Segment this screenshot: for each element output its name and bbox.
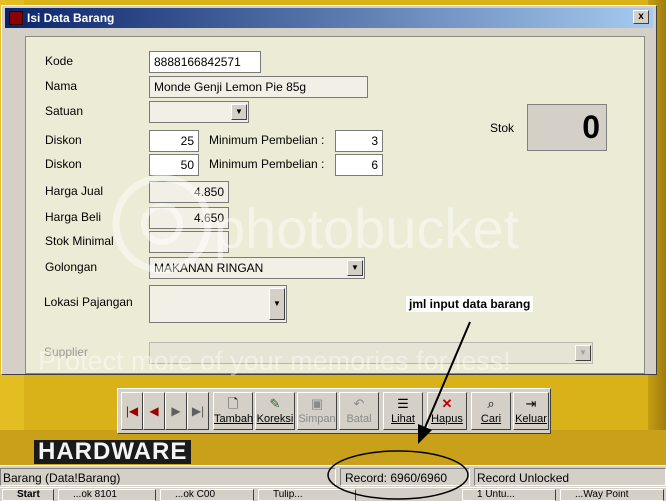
golongan-dropdown-arrow-icon[interactable]: ▼	[347, 260, 363, 276]
diskon1-label: Diskon	[45, 133, 82, 147]
isi-data-barang-window: Isi Data Barang x Kode 8888166842571 Nam…	[1, 5, 657, 375]
nama-field[interactable]: Monde Genji Lemon Pie 85g	[149, 76, 368, 98]
golongan-label: Golongan	[45, 260, 98, 274]
form-panel: Kode 8888166842571 Nama Monde Genji Lemo…	[25, 36, 645, 374]
taskbar-item[interactable]: 1 Untu...	[462, 489, 556, 501]
taskbar-item[interactable]: ...ok 8101	[58, 489, 156, 501]
simpan-button[interactable]: ▣ Simpan	[297, 392, 337, 430]
diskon2-label: Diskon	[45, 157, 82, 171]
simpan-label: Simpan	[298, 413, 336, 425]
annotation-label: jml input data barang	[406, 296, 534, 312]
harga-beli-field[interactable]: 4.650	[149, 207, 229, 229]
nama-label: Nama	[45, 79, 78, 93]
edit-icon: ✎	[269, 396, 281, 411]
window-title: Isi Data Barang	[27, 11, 115, 25]
status-bar: Barang (Data!Barang) Record: 6960/6960 R…	[0, 465, 666, 488]
supplier-dropdown-arrow-icon: ▼	[575, 345, 591, 361]
hapus-button[interactable]: ✕ Hapus	[427, 392, 467, 430]
close-button[interactable]: x	[633, 10, 649, 24]
taskbar-item[interactable]: Tulip...	[258, 489, 356, 501]
lokasi-pajangan-dropdown[interactable]	[149, 285, 287, 323]
tambah-label: Tambah	[214, 413, 254, 425]
hapus-label: Hapus	[431, 413, 463, 425]
satuan-dropdown-arrow-icon[interactable]: ▼	[231, 104, 247, 120]
min-pembelian2-field[interactable]: 6	[335, 154, 383, 176]
taskbar-item[interactable]: ...ok C00	[160, 489, 254, 501]
status-record-count: Record: 6960/6960	[340, 468, 470, 486]
taskbar: Start ...ok 8101 ...ok C00 Tulip... 1 Un…	[0, 487, 666, 501]
hardware-sign: HARDWARE	[34, 440, 192, 464]
diskon2-field[interactable]: 50	[149, 154, 199, 176]
lihat-label: Lihat	[391, 413, 415, 425]
kode-label: Kode	[45, 54, 74, 68]
start-button[interactable]: Start	[2, 489, 54, 501]
status-table-name: Barang (Data!Barang)	[0, 468, 336, 486]
exit-icon: ⇥	[525, 396, 537, 411]
batal-button[interactable]: ↶ Batal	[339, 392, 379, 430]
golongan-dropdown[interactable]: MAKANAN RINGAN	[149, 257, 365, 279]
delete-icon: ✕	[441, 396, 453, 411]
satuan-label: Satuan	[45, 104, 84, 118]
cari-button[interactable]: ⌕ Cari	[471, 392, 511, 430]
keluar-button[interactable]: ⇥ Keluar	[513, 392, 549, 430]
app-icon	[9, 11, 23, 25]
taskbar-item[interactable]: ...Way Point	[560, 489, 664, 501]
batal-label: Batal	[346, 413, 372, 425]
stok-label: Stok	[490, 121, 515, 135]
supplier-label: Supplier	[44, 345, 89, 359]
supplier-dropdown	[149, 342, 593, 364]
lokasi-dropdown-arrow-icon[interactable]: ▼	[269, 288, 285, 320]
last-record-icon[interactable]: ▶|	[187, 392, 209, 430]
koreksi-button[interactable]: ✎ Koreksi	[255, 392, 295, 430]
first-record-icon[interactable]: |◀	[121, 392, 143, 430]
lihat-button[interactable]: ☰ Lihat	[383, 392, 423, 430]
stok-minimal-field[interactable]	[149, 231, 229, 253]
koreksi-label: Koreksi	[256, 413, 294, 425]
save-icon: ▣	[310, 396, 324, 411]
harga-jual-field[interactable]: 4.850	[149, 181, 229, 203]
stok-value-display: 0	[527, 104, 607, 151]
min-pembelian1-label: Minimum Pembelian :	[209, 133, 325, 147]
min-pembelian2-label: Minimum Pembelian :	[209, 157, 325, 171]
cari-label: Cari	[480, 413, 502, 425]
status-lock-state: Record Unlocked	[474, 468, 666, 486]
tambah-button[interactable]: 🗋 Tambah	[213, 392, 253, 430]
search-icon: ⌕	[487, 396, 495, 411]
record-toolbar: |◀ ◀ ▶ ▶| 🗋 Tambah ✎ Koreksi ▣ Simpan ↶ …	[117, 388, 551, 434]
undo-icon: ↶	[353, 396, 365, 411]
next-record-icon[interactable]: ▶	[165, 392, 187, 430]
diskon1-field[interactable]: 25	[149, 130, 199, 152]
prev-record-icon[interactable]: ◀	[143, 392, 165, 430]
keluar-label: Keluar	[515, 413, 547, 425]
stok-minimal-label: Stok Minimal	[45, 234, 114, 248]
list-icon: ☰	[397, 396, 409, 411]
harga-jual-label: Harga Jual	[45, 184, 104, 198]
harga-beli-label: Harga Beli	[45, 210, 102, 224]
window-titlebar[interactable]: Isi Data Barang x	[5, 8, 653, 28]
lokasi-pajangan-label: Lokasi Pajangan	[44, 295, 133, 309]
min-pembelian1-field[interactable]: 3	[335, 130, 383, 152]
new-document-icon: 🗋	[227, 396, 239, 411]
kode-field[interactable]: 8888166842571	[149, 51, 261, 73]
